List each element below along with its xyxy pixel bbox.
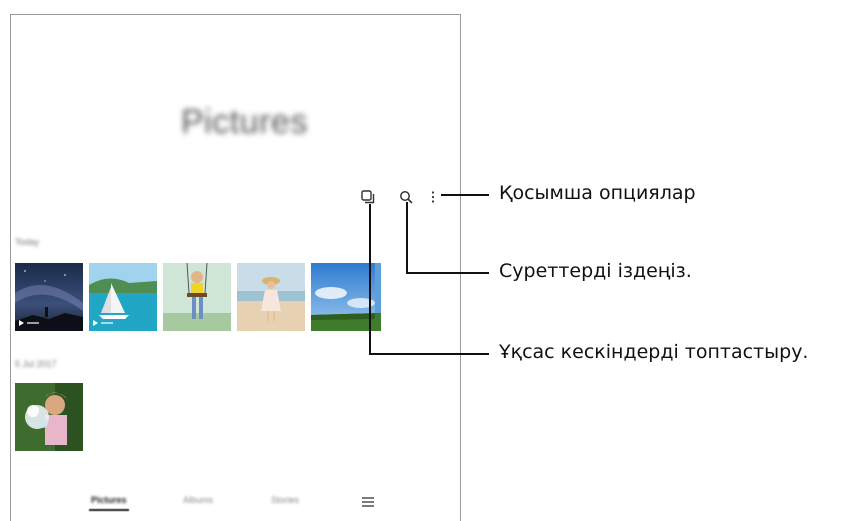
thumbnail-night-sky-video[interactable] <box>15 263 83 331</box>
tab-albums[interactable]: Albums <box>183 495 213 505</box>
section-label-today: Today <box>15 237 40 247</box>
hamburger-icon[interactable] <box>361 493 377 507</box>
thumbnail-sailboat-video[interactable] <box>89 263 157 331</box>
section-label-date: 5 Jul 2017 <box>15 359 57 369</box>
bottom-navigation: Pictures Albums Stories <box>11 493 460 513</box>
thumbnail-girl-water-splash[interactable] <box>15 383 83 451</box>
page-title: Pictures <box>181 103 308 141</box>
tab-stories[interactable]: Stories <box>271 495 299 505</box>
callout-group-similar: Ұқсас кескіндерді топтастыру. <box>499 341 809 363</box>
leader-line-similar-horizontal <box>369 353 489 355</box>
thumbnail-partial[interactable] <box>375 263 381 331</box>
callout-more-options: Қосымша опциялар <box>499 182 696 204</box>
tab-pictures[interactable]: Pictures <box>91 495 127 505</box>
more-options-icon[interactable] <box>430 189 446 207</box>
thumbnail-girl-beach[interactable] <box>237 263 305 331</box>
thumbnail-child-swing[interactable] <box>163 263 231 331</box>
leader-line-similar-vertical <box>369 204 371 354</box>
leader-line-more-options <box>441 194 489 196</box>
active-tab-indicator <box>89 509 129 511</box>
leader-line-search-vertical <box>406 202 408 273</box>
phone-screen: Pictures Today 5 Jul 2017 Pictures Album… <box>10 14 461 521</box>
leader-line-search-horizontal <box>406 272 489 274</box>
callout-search: Суреттерді іздеңіз. <box>499 260 692 282</box>
